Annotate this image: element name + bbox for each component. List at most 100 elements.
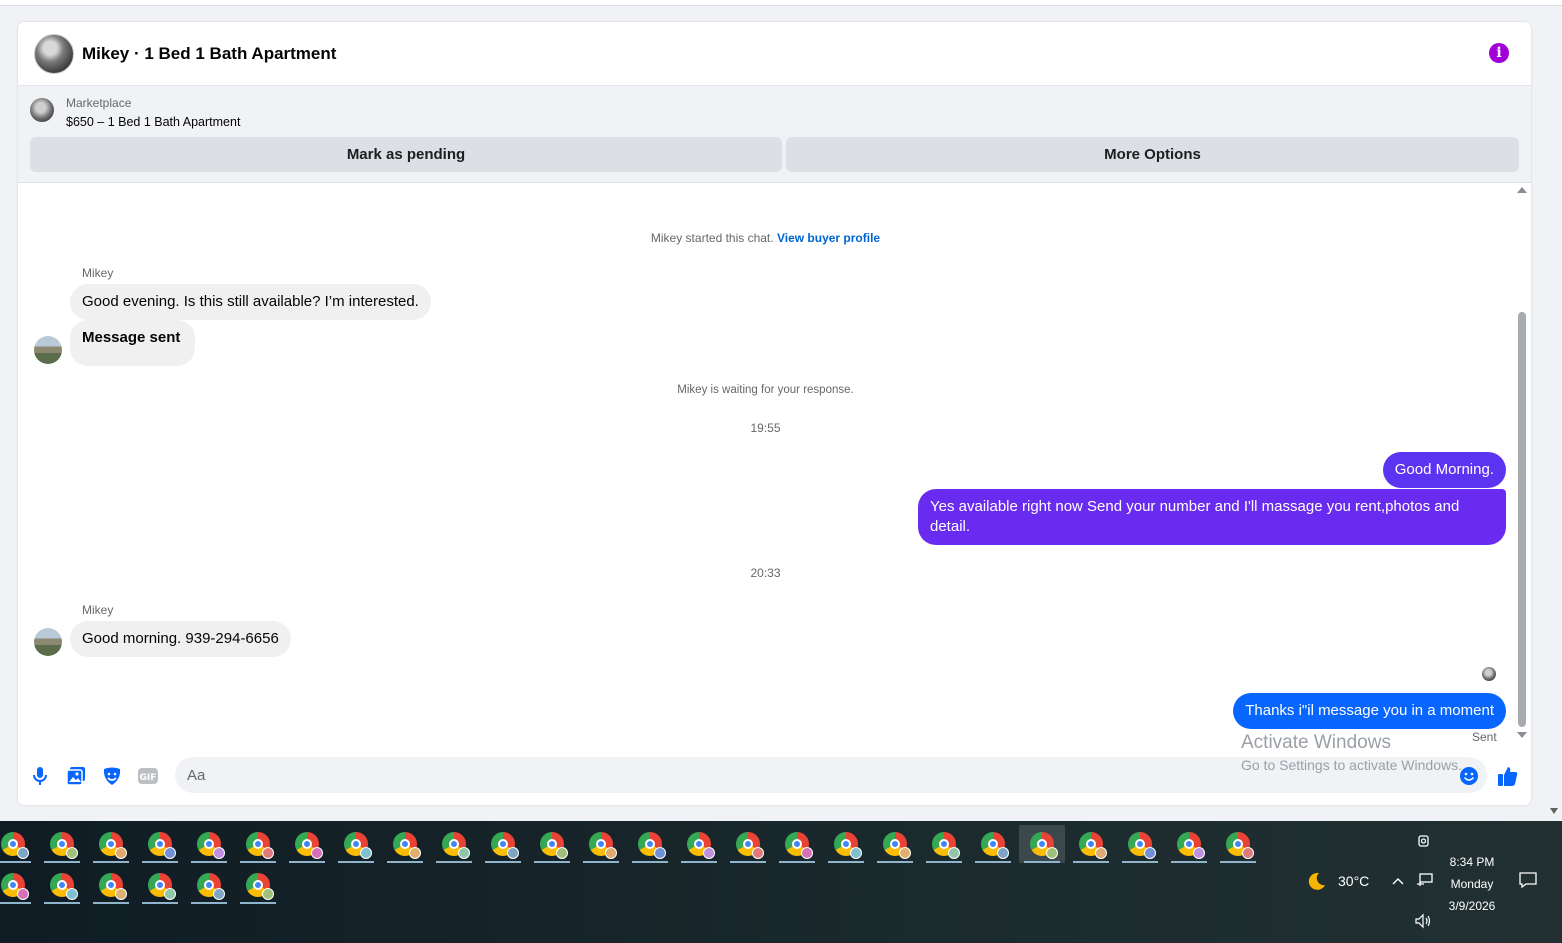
listing-thumbnail[interactable] [30,98,54,122]
incoming-message[interactable]: Good morning. 939-294-6656 [70,621,291,657]
taskbar-browser-button[interactable] [0,866,36,904]
taskbar-browser-button[interactable] [137,866,183,904]
browser-icon [785,832,813,859]
taskbar-browser-button[interactable] [1166,825,1212,863]
incoming-message[interactable]: Good evening. Is this still available? I… [70,284,431,320]
taskbar-browser-button[interactable] [1019,825,1065,863]
profile-badge-icon [948,847,960,859]
image-gallery-icon[interactable] [64,764,88,788]
seen-indicator-avatar [1482,667,1496,681]
listing-avatar[interactable] [34,33,74,74]
taskbar-browser-button[interactable] [1215,825,1261,863]
taskbar-browser-button[interactable] [578,825,624,863]
browser-icon [99,873,127,900]
taskbar-browser-button[interactable] [186,866,232,904]
taskbar-browser-button[interactable] [382,825,428,863]
taskbar-browser-button[interactable] [1068,825,1114,863]
browser-icon [736,832,764,859]
view-buyer-profile-link[interactable]: View buyer profile [777,231,880,245]
taskbar-browser-button[interactable] [676,825,722,863]
weather-widget[interactable]: 30°C [1306,871,1369,891]
activate-windows-title: Activate Windows [1241,732,1391,753]
taskbar-browser-button[interactable] [627,825,673,863]
taskbar-browser-button[interactable] [137,825,183,863]
outgoing-message[interactable]: Yes available right now Send your number… [918,489,1506,545]
running-indicator [240,902,276,904]
sender-avatar[interactable] [34,336,62,364]
info-icon[interactable]: i [1489,43,1509,63]
profile-badge-icon [703,847,715,859]
taskbar-browser-button[interactable] [88,866,134,904]
taskbar-browser-button[interactable] [970,825,1016,863]
browser-icon [638,832,666,859]
taskbar-browser-button[interactable] [88,825,134,863]
weather-temperature: 30°C [1338,873,1370,889]
sticker-icon[interactable] [100,764,124,788]
listing-name[interactable]: $650 – 1 Bed 1 Bath Apartment [66,115,240,129]
running-indicator [142,902,178,904]
scroll-thumb[interactable] [1518,312,1526,727]
taskbar-browser-button[interactable] [872,825,918,863]
taskbar-browser-button[interactable] [235,825,281,863]
incoming-message[interactable]: Message sent [70,320,196,366]
show-hidden-icons-chevron-icon[interactable] [1391,873,1405,889]
taskbar-browser-button[interactable] [480,825,526,863]
listing-panel: Marketplace $650 – 1 Bed 1 Bath Apartmen… [18,86,1531,183]
gif-icon[interactable]: GIF [136,764,160,788]
scroll-down-arrow-icon[interactable] [1517,732,1527,738]
taskbar-browser-button[interactable] [235,866,281,904]
page-scroll-down-icon[interactable] [1550,808,1558,814]
thumbs-up-icon[interactable] [1496,764,1520,788]
running-indicator [534,861,570,863]
browser-icon [148,832,176,859]
running-indicator [975,861,1011,863]
taskbar-browser-button[interactable] [431,825,477,863]
running-indicator [142,861,178,863]
taskbar-browser-button[interactable] [39,825,85,863]
profile-badge-icon [17,847,29,859]
notification-center-icon[interactable] [1518,871,1538,894]
profile-badge-icon [164,888,176,900]
chat-window: Mikey · 1 Bed 1 Bath Apartment i Marketp… [18,22,1531,805]
running-indicator [289,861,325,863]
profile-badge-icon [850,847,862,859]
browser-icon [1,873,29,900]
meet-now-icon[interactable] [1416,833,1432,854]
profile-badge-icon [1046,847,1058,859]
running-indicator [436,861,472,863]
scroll-up-arrow-icon[interactable] [1517,187,1527,193]
message-scrollbar[interactable] [1517,187,1527,757]
mark-as-pending-button[interactable]: Mark as pending [30,137,782,172]
taskbar-browser-button[interactable] [186,825,232,863]
running-indicator [387,861,423,863]
sender-avatar[interactable] [34,628,62,656]
taskbar-browser-button[interactable] [774,825,820,863]
system-clock[interactable]: 8:34 PM Monday 3/9/2026 [1440,851,1504,917]
taskbar-browser-button[interactable] [725,825,771,863]
browser-icon [393,832,421,859]
taskbar-browser-button[interactable] [39,866,85,904]
profile-badge-icon [262,888,274,900]
taskbar-browser-button[interactable] [1117,825,1163,863]
taskbar-browser-button[interactable] [823,825,869,863]
clock-day: Monday [1450,877,1494,891]
running-indicator [681,861,717,863]
network-icon[interactable] [1416,872,1434,893]
microphone-icon[interactable] [28,764,52,788]
message-timestamp: 19:55 [750,421,781,435]
volume-icon[interactable] [1414,913,1432,934]
taskbar-browser-button[interactable] [284,825,330,863]
taskbar-browser-button[interactable] [921,825,967,863]
profile-badge-icon [213,888,225,900]
taskbar-browser-button[interactable] [529,825,575,863]
browser-icon [197,832,225,859]
taskbar-browser-button[interactable] [333,825,379,863]
more-options-button[interactable]: More Options [786,137,1519,172]
taskbar-browser-button[interactable] [0,825,36,863]
waiting-notice: Mikey is waiting for your response. [677,384,854,396]
outgoing-message[interactable]: Good Morning. [1382,452,1506,488]
browser-icon [981,832,1009,859]
chat-title[interactable]: Mikey · 1 Bed 1 Bath Apartment [82,44,336,64]
outgoing-message[interactable]: Thanks i"il message you in a moment [1233,693,1506,729]
browser-icon [246,832,274,859]
